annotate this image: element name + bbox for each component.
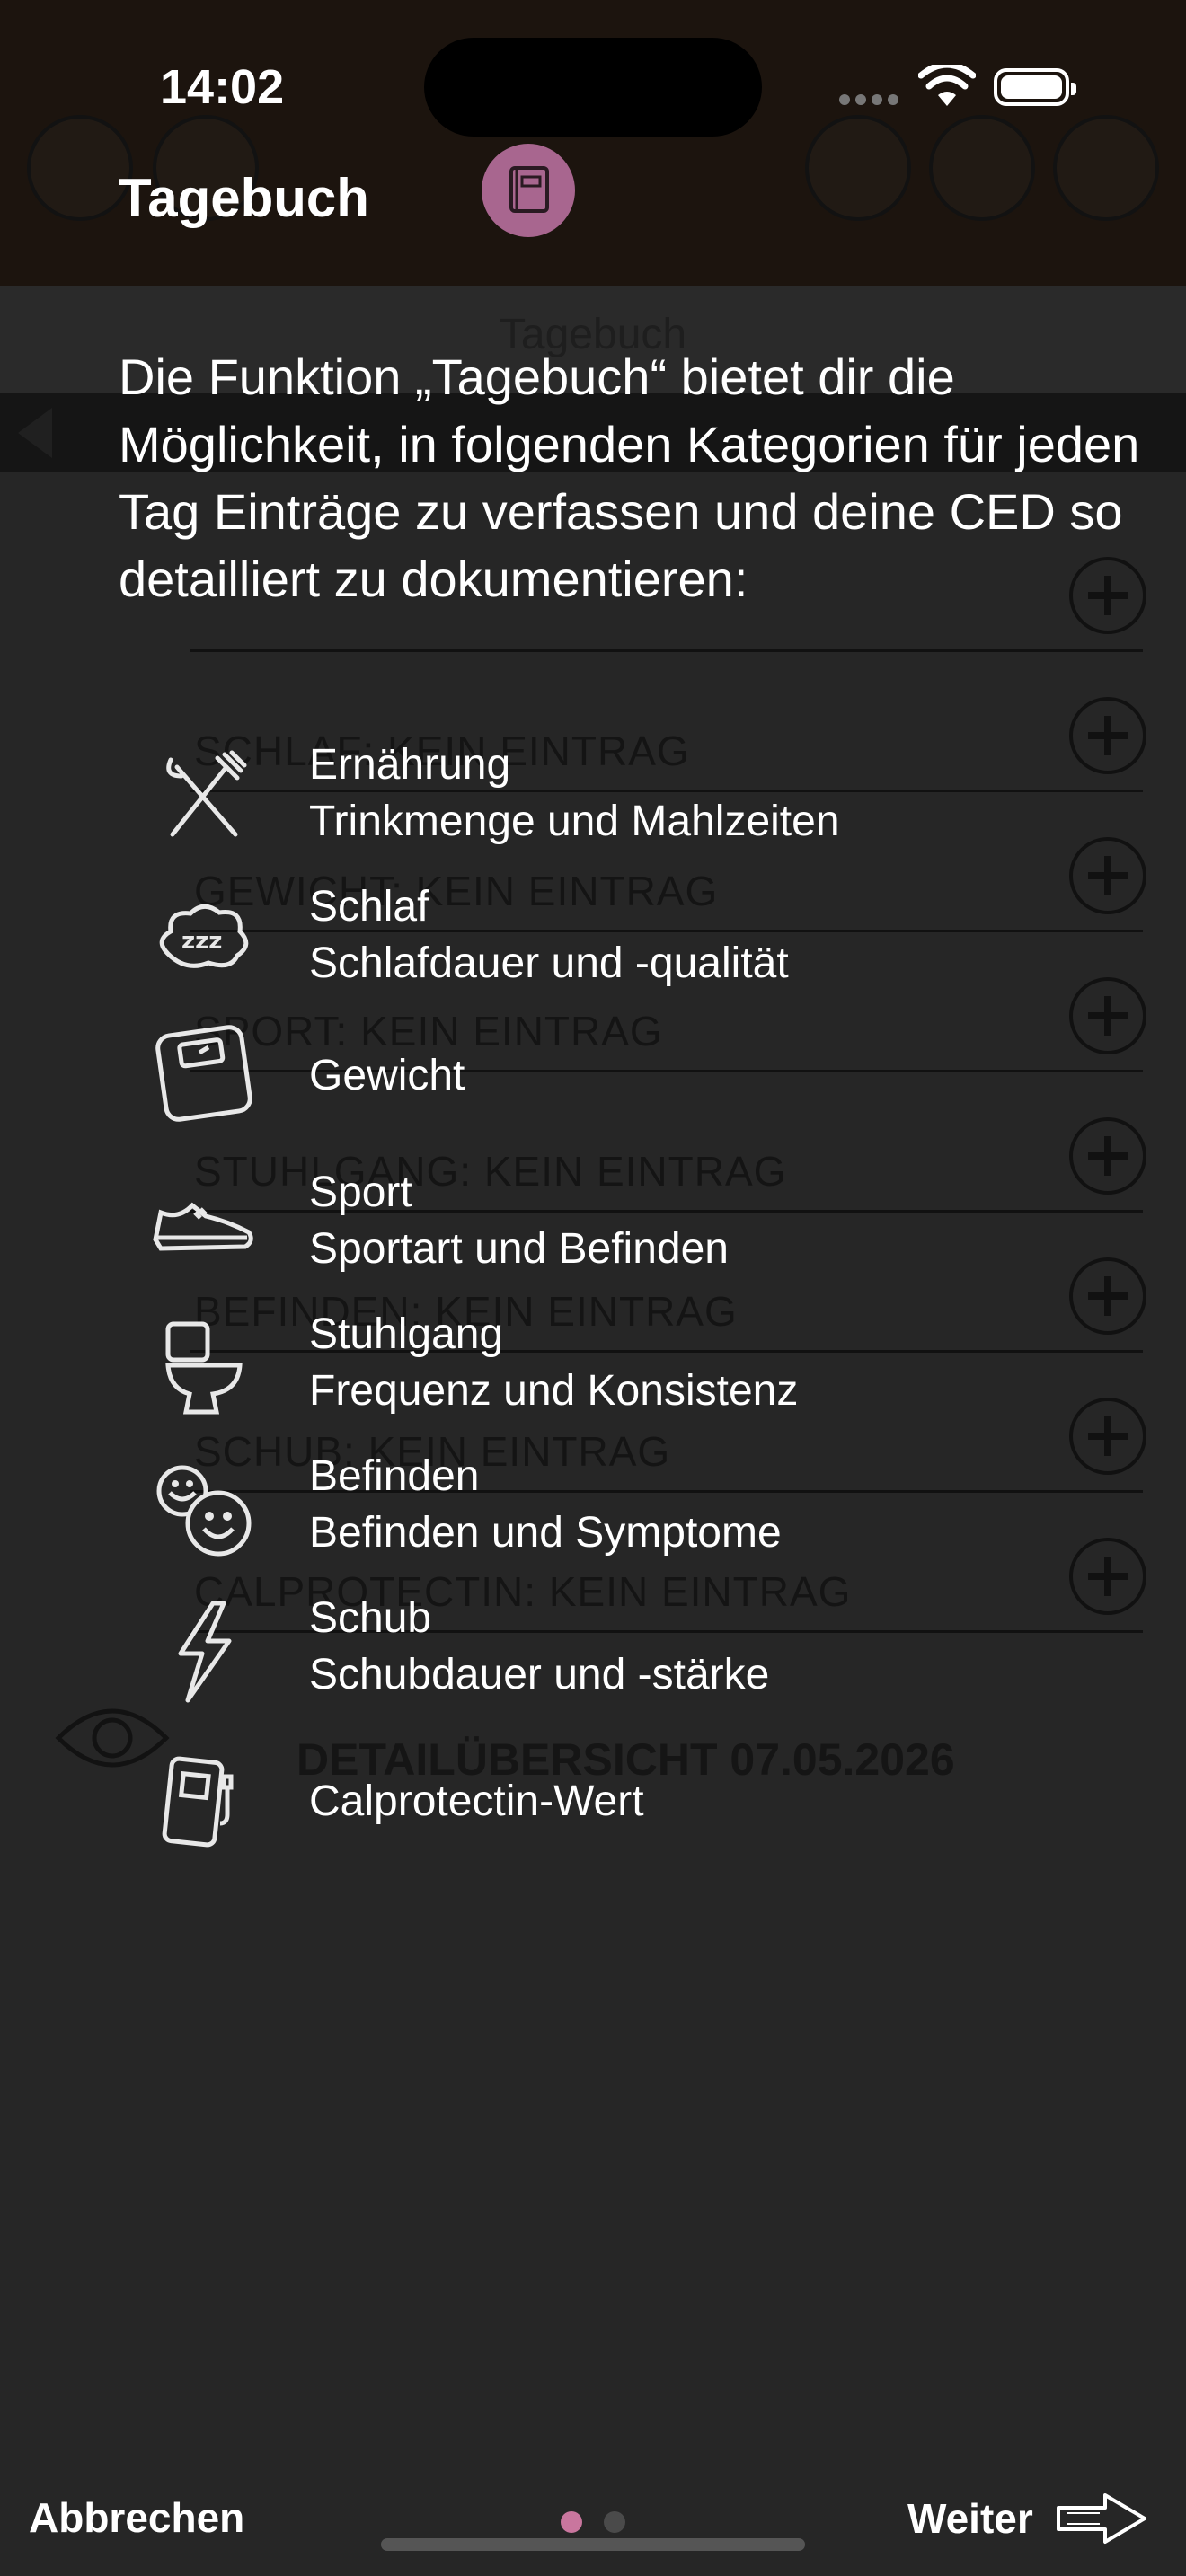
category-desc: Frequenz und Konsistenz <box>309 1367 799 1415</box>
category-desc: Sportart und Befinden <box>309 1225 729 1273</box>
category-desc: Trinkmenge und Mahlzeiten <box>309 798 840 845</box>
cancel-button[interactable]: Abbrechen <box>29 2493 244 2542</box>
back-button <box>27 115 133 221</box>
menu-button <box>1053 115 1159 221</box>
svg-text:zzz: zzz <box>181 928 222 955</box>
wifi-icon <box>918 65 976 106</box>
category-name: Gewicht <box>309 1052 465 1099</box>
category-schub: Schub Schubdauer und -stärke <box>151 1590 1139 1725</box>
next-button[interactable]: Weiter <box>907 2490 1148 2547</box>
category-name: Stuhlgang <box>309 1310 504 1358</box>
prev-day-arrow-icon <box>18 408 52 458</box>
fork-knife-icon <box>151 745 257 851</box>
test-device-icon <box>151 1748 257 1854</box>
sneaker-icon <box>151 1173 257 1279</box>
category-desc: Befinden und Symptome <box>309 1509 782 1557</box>
category-name: Schlaf <box>309 883 429 931</box>
page-dot-active <box>561 2511 582 2533</box>
category-desc: Schlafdauer und -qualität <box>309 940 789 987</box>
cellular-signal-icon <box>839 93 904 110</box>
overlay-title: Tagebuch <box>119 168 369 228</box>
category-name: Sport <box>309 1169 412 1216</box>
next-button-label: Weiter <box>907 2495 1033 2542</box>
category-name: Calprotectin-Wert <box>309 1778 644 1825</box>
category-schlaf: zzz Schlaf Schlafdauer und -qualität <box>151 878 1139 1013</box>
sleep-cloud-icon: zzz <box>151 887 257 993</box>
intro-text: Die Funktion „Tagebuch“ bietet dir die M… <box>119 348 1140 607</box>
category-name: Ernährung <box>309 741 511 789</box>
profile-button <box>805 115 911 221</box>
lightning-icon <box>151 1599 257 1705</box>
category-befinden: Befinden Befinden und Symptome <box>151 1448 1139 1583</box>
category-name: Befinden <box>309 1452 480 1500</box>
toilet-icon <box>151 1315 257 1421</box>
category-sport: Sport Sportart und Befinden <box>151 1164 1139 1299</box>
category-calprotectin: Calprotectin-Wert <box>151 1739 1139 1874</box>
category-gewicht: Gewicht <box>151 1011 1139 1146</box>
info-button <box>929 115 1035 221</box>
page-dot <box>604 2511 625 2533</box>
category-ernaehrung: Ernährung Trinkmenge und Mahlzeiten <box>151 737 1139 871</box>
diary-book-icon <box>482 144 575 237</box>
battery-icon <box>994 68 1076 106</box>
home-indicator <box>381 2538 805 2551</box>
smiley-icon <box>151 1457 257 1563</box>
page-indicator <box>561 2511 625 2533</box>
category-name: Schub <box>309 1594 432 1642</box>
scale-icon <box>151 1020 257 1126</box>
status-time: 14:02 <box>160 60 285 114</box>
dynamic-island <box>424 38 762 137</box>
category-desc: Schubdauer und -stärke <box>309 1651 770 1698</box>
arrow-right-icon <box>1056 2493 1146 2544</box>
category-stuhlgang: Stuhlgang Frequenz und Konsistenz <box>151 1306 1139 1441</box>
